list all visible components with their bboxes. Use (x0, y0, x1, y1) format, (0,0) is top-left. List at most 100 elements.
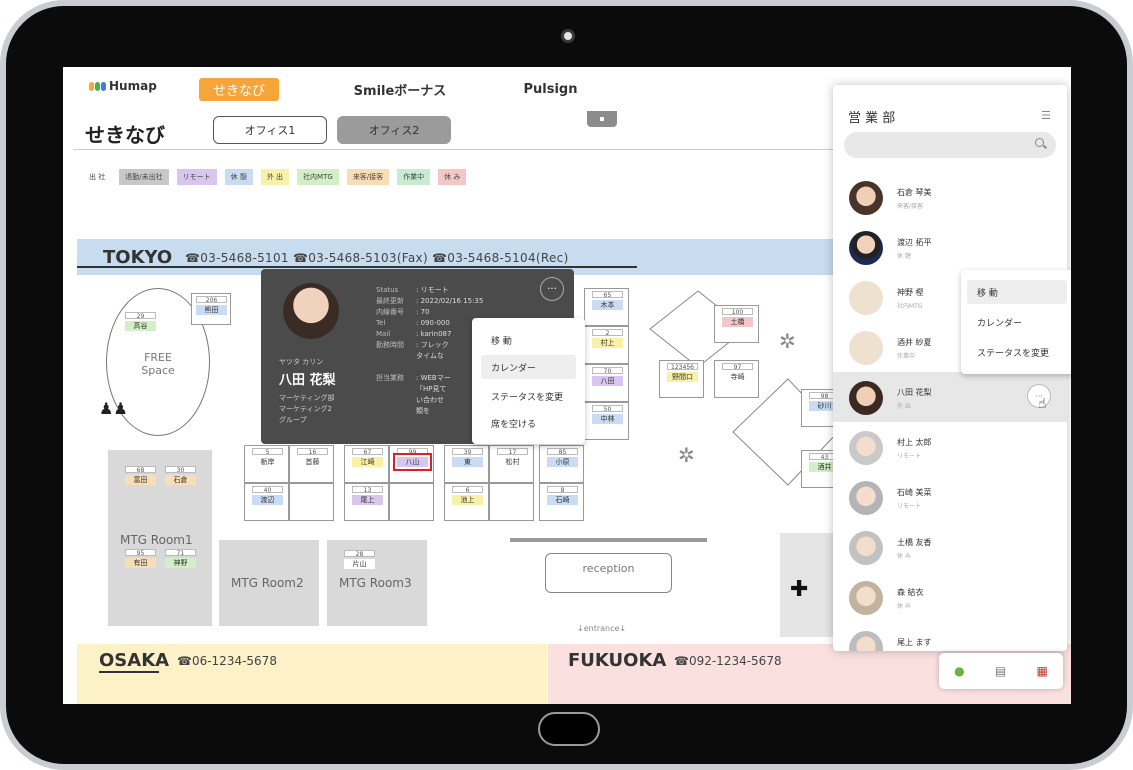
desk[interactable]: 39 東 (444, 445, 489, 483)
document-icon[interactable]: ▤ (995, 664, 1006, 678)
legend-item: 来客/接客 (346, 169, 390, 185)
desk-number: 71 (165, 549, 196, 557)
map-pin-icon[interactable]: ● (954, 664, 964, 678)
avatar (849, 231, 883, 265)
desk-number: 85 (547, 448, 578, 456)
desk[interactable]: 2 村上 (584, 326, 629, 364)
member-name: 尾上 ます (897, 638, 932, 647)
home-button[interactable] (538, 712, 600, 746)
office-2-button[interactable]: オフィス2 (337, 116, 451, 144)
desk[interactable]: 40 渡辺 (244, 483, 289, 521)
desk[interactable]: 17 松村 (489, 445, 534, 483)
desk[interactable]: 16 首藤 (289, 445, 334, 483)
desk[interactable]: 85 小原 (539, 445, 584, 483)
desk-occupant: 首藤 (305, 458, 320, 466)
tab-pulsign[interactable]: Pulsign (503, 78, 598, 101)
member-item-selected[interactable]: 八田 花梨 外 出 ··· ☝ (833, 372, 1067, 422)
desk-number: 29 (125, 312, 156, 320)
desk[interactable]: 29 高谷 (118, 310, 163, 348)
desk[interactable]: 123456 野間口 (659, 360, 704, 398)
avatar (849, 181, 883, 215)
desk[interactable]: 95 有田 (118, 547, 163, 585)
desk[interactable]: 5 栃岸 (244, 445, 289, 483)
desk[interactable]: 67 江崎 (344, 445, 389, 483)
desk[interactable]: 50 中林 (584, 402, 629, 440)
reception-area[interactable]: reception (545, 553, 672, 593)
status-legend: 出 社 退勤/未出社 リモート 休 憩 外 出 社内MTG 来客/接客 作業中 … (83, 169, 467, 185)
member-name: 八田 花梨 (897, 388, 932, 397)
desk-occupant: 石倉 (165, 475, 196, 485)
info-key (376, 406, 416, 417)
menu-item-change-status[interactable]: ステータスを変更 (967, 340, 1067, 364)
info-row: 最終更新: 2022/02/16 15:35 (376, 296, 496, 307)
desk[interactable] (389, 483, 434, 521)
member-status: 外 出 (897, 403, 911, 410)
desk[interactable]: 206 熊田 (191, 293, 231, 325)
desk-highlighted[interactable]: 99 八山 (389, 445, 434, 483)
member-item[interactable]: 村上 太郎 リモート (833, 422, 1067, 472)
member-item[interactable]: 森 結衣 休 み (833, 572, 1067, 622)
counter-bar (510, 538, 707, 542)
desk[interactable]: 8 石崎 (539, 483, 584, 521)
tab-sekinavi[interactable]: せきなび (199, 78, 279, 101)
member-name: 神野 樫 (897, 288, 924, 297)
search-icon (1035, 138, 1044, 147)
collapse-handle[interactable] (587, 111, 617, 127)
popup-context-menu: 移 動 カレンダー ステータスを変更 席を空ける (472, 318, 585, 444)
desk[interactable]: 68 富田 (118, 464, 163, 502)
desk-occupant: 石崎 (547, 495, 578, 505)
desk[interactable]: 13 尾上 (344, 483, 389, 521)
profile-department: マーケティング部 マーケティング2 グループ (279, 393, 334, 426)
avatar (849, 331, 883, 365)
office-1-button[interactable]: オフィス1 (213, 116, 327, 144)
desk[interactable]: 65 木本 (584, 288, 629, 326)
desk[interactable]: 100 土橋 (714, 305, 759, 343)
menu-item-calendar[interactable]: カレンダー (967, 310, 1067, 334)
member-item[interactable]: 渡辺 拓平 休 憩 (833, 222, 1067, 272)
desk-occupant: 池上 (452, 495, 483, 505)
member-name: 石崎 美菜 (897, 488, 932, 497)
hamburger-icon[interactable]: ☰ (1041, 109, 1051, 122)
info-value: : 2022/02/16 15:35 (416, 297, 484, 305)
menu-item-calendar[interactable]: カレンダー (481, 355, 576, 379)
member-item[interactable]: 石崎 美菜 リモート (833, 472, 1067, 522)
info-value: : リモート (416, 286, 449, 294)
mtg-room-2[interactable]: MTG Room2 (219, 540, 319, 626)
fukuoka-title: FUKUOKA (568, 650, 667, 671)
mtg-room-3[interactable]: 28 片山 MTG Room3 (327, 540, 427, 626)
mtg-room-1[interactable]: 68 富田 30 石倉 MTG Room1 95 有田 71 神野 (108, 450, 212, 626)
reception-label: reception (582, 562, 635, 575)
member-name: 村上 太郎 (897, 438, 932, 447)
info-key: 内線番号 (376, 308, 404, 316)
desk[interactable]: 6 池上 (444, 483, 489, 521)
info-key: Status (376, 286, 399, 294)
desk-occupant: 高谷 (125, 321, 156, 331)
menu-item-vacate-seat[interactable]: 席を空ける (481, 411, 576, 435)
member-status: リモート (897, 503, 922, 510)
desk[interactable]: 71 神野 (158, 547, 203, 585)
osaka-section-header: OSAKA ☎06-1234-5678 (77, 644, 547, 704)
menu-item-change-status[interactable]: ステータスを変更 (481, 384, 576, 408)
more-options-button[interactable]: ··· (540, 277, 564, 301)
menu-item-move[interactable]: 移 動 (967, 280, 1067, 304)
desk[interactable]: 30 石倉 (158, 464, 203, 502)
tab-smile-bonus[interactable]: Smileボーナス (345, 78, 455, 101)
desk[interactable]: 70 八田 (584, 364, 629, 402)
profile-name: 八田 花梨 (279, 373, 336, 388)
desk[interactable] (289, 483, 334, 521)
desk[interactable] (489, 483, 534, 521)
member-item[interactable]: 石倉 琴美 来客/接客 (833, 172, 1067, 222)
legend-item: 作業中 (397, 169, 431, 185)
search-input[interactable] (844, 132, 1056, 158)
desk-number: 95 (125, 549, 156, 557)
member-status: 来客/接客 (897, 203, 924, 210)
desk-number: 16 (297, 448, 328, 456)
calendar-icon[interactable]: ▦ (1036, 664, 1047, 678)
member-item[interactable]: 土橋 友香 休 み (833, 522, 1067, 572)
desk-occupant: 渡辺 (252, 495, 283, 505)
member-item[interactable]: 尾上 ます (833, 622, 1067, 651)
desk-number: 97 (722, 363, 753, 371)
member-status: 休 み (897, 553, 911, 560)
humap-logo: Humap (89, 79, 157, 93)
menu-item-move[interactable]: 移 動 (481, 328, 576, 352)
